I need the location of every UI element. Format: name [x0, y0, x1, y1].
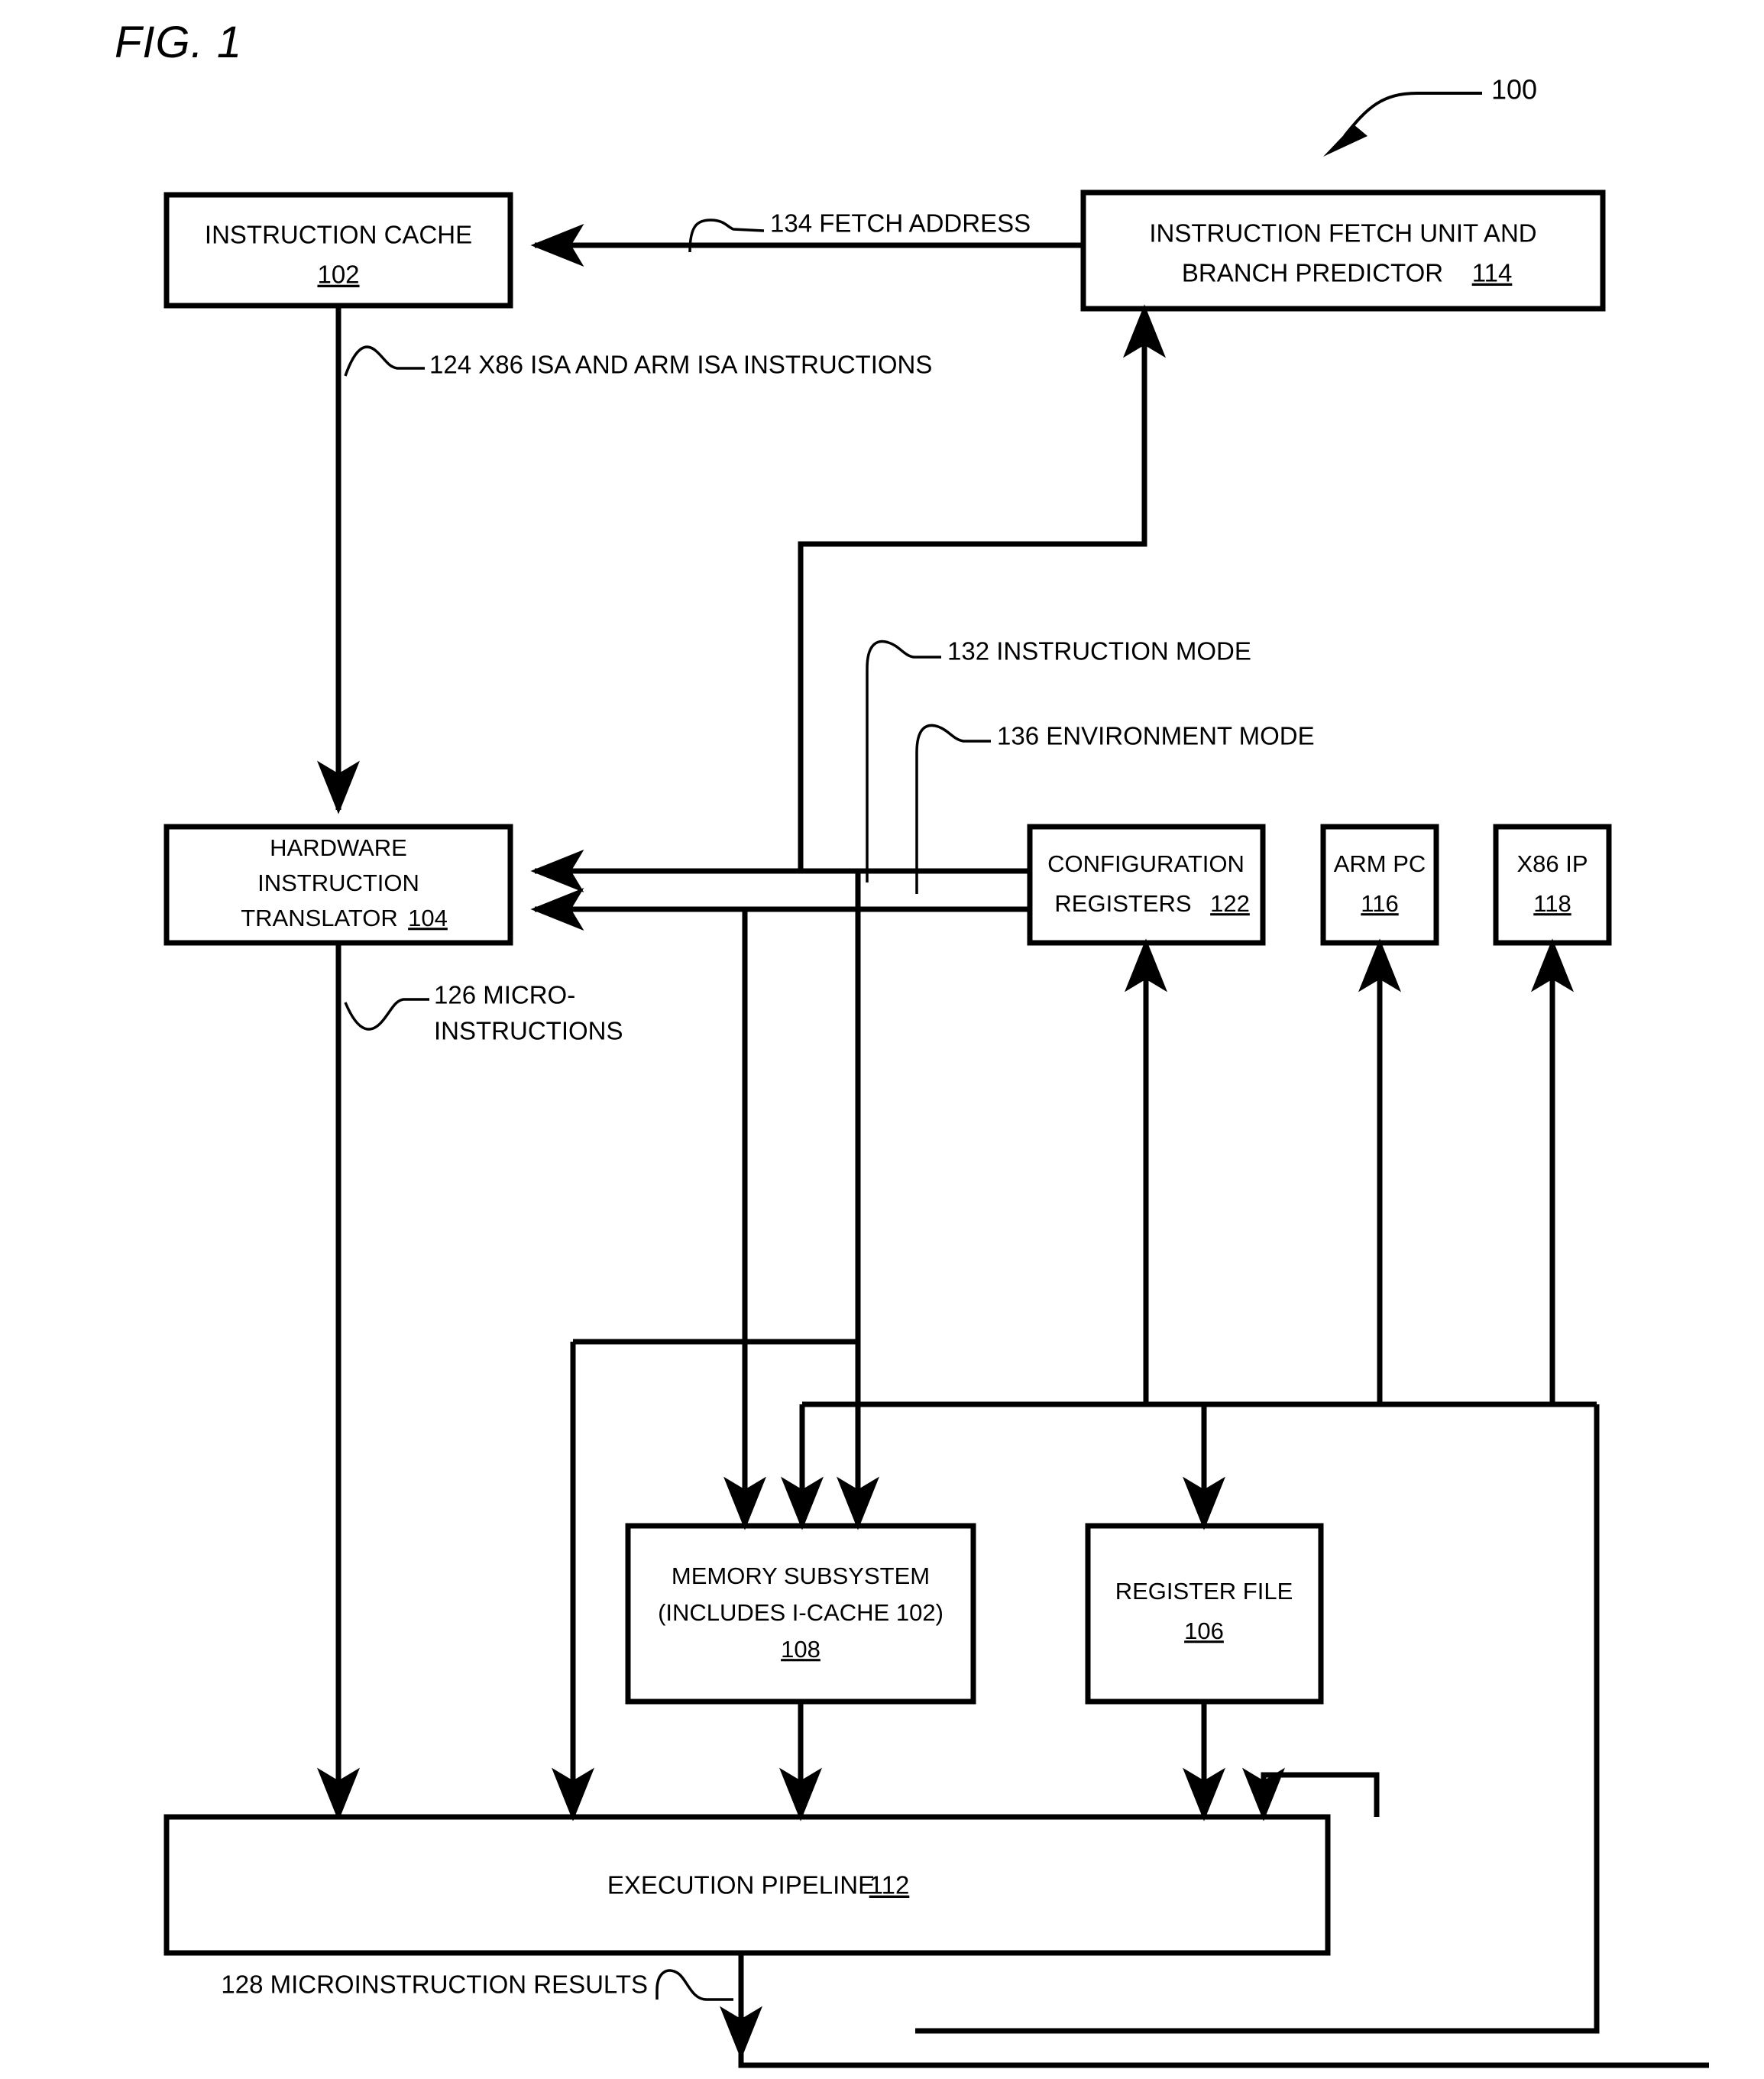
arm-pc-ref: 116 [1361, 890, 1398, 917]
box-memory-subsystem[interactable]: MEMORY SUBSYSTEM (INCLUDES I-CACHE 102) … [625, 1523, 976, 1705]
instruction-cache-label: INSTRUCTION CACHE [205, 221, 472, 249]
instruction-cache-ref: 102 [317, 261, 359, 289]
label-microinstructions-line2: INSTRUCTIONS [434, 1017, 623, 1045]
x86-ip-ref: 118 [1533, 890, 1571, 917]
label-isa-instructions: 124 X86 ISA AND ARM ISA INSTRUCTIONS [429, 351, 932, 379]
leader-microinstructions [344, 998, 429, 1031]
figure-title: FIG. 1 [115, 18, 242, 67]
box-register-file[interactable]: REGISTER FILE 106 [1085, 1523, 1324, 1705]
register-file-label: REGISTER FILE [1115, 1578, 1293, 1605]
label-instruction-mode: 132 INSTRUCTION MODE [947, 637, 1251, 665]
box-x86-ip[interactable]: X86 IP 118 [1493, 824, 1612, 946]
box-configuration-registers[interactable]: CONFIGURATION REGISTERS 122 [1027, 824, 1266, 946]
box-arm-pc[interactable]: ARM PC 116 [1320, 824, 1439, 946]
instruction-fetch-unit-label-line1: INSTRUCTION FETCH UNIT AND [1149, 219, 1536, 248]
patent-figure-1: FIG. 1 100 INSTRUCTION CACHE 102 INSTRUC… [0, 0, 1764, 2079]
label-microinstructions-line1: 126 MICRO- [434, 981, 575, 1009]
box-instruction-cache[interactable]: INSTRUCTION CACHE 102 [163, 192, 513, 309]
memory-subsystem-label-line1: MEMORY SUBSYSTEM [672, 1562, 930, 1589]
box-execution-pipeline[interactable]: EXECUTION PIPELINE 112 [163, 1814, 1331, 1956]
configuration-registers-label-line1: CONFIGURATION [1047, 850, 1245, 877]
execution-pipeline-ref: 112 [869, 1871, 910, 1899]
leader-microinstruction-results [655, 1969, 733, 2001]
x86-ip-label: X86 IP [1516, 850, 1588, 877]
arm-pc-label: ARM PC [1334, 850, 1426, 877]
execution-pipeline-label: EXECUTION PIPELINE [607, 1871, 875, 1899]
translator-label-line3: TRANSLATOR [241, 905, 398, 931]
configuration-registers-ref: 122 [1210, 890, 1250, 917]
box-hardware-instruction-translator[interactable]: HARDWARE INSTRUCTION TRANSLATOR 104 [163, 824, 513, 946]
leader-isa-instructions [344, 345, 425, 377]
label-fetch-address: 134 FETCH ADDRESS [770, 209, 1031, 238]
block-diagram-canvas: FIG. 1 100 INSTRUCTION CACHE 102 INSTRUC… [115, 18, 1709, 2068]
memory-subsystem-label-line2: (INCLUDES I-CACHE 102) [658, 1599, 943, 1626]
wire-microinstruction-results [738, 1953, 1709, 2068]
memory-subsystem-ref: 108 [781, 1636, 821, 1663]
configuration-registers-label-line2: REGISTERS [1054, 890, 1191, 917]
register-file-ref: 106 [1184, 1618, 1224, 1644]
box-instruction-fetch-unit[interactable]: INSTRUCTION FETCH UNIT AND BRANCH PREDIC… [1080, 189, 1606, 312]
translator-label-line2: INSTRUCTION [257, 869, 419, 896]
translator-ref: 104 [408, 905, 448, 931]
leader-instruction-mode [866, 640, 941, 882]
translator-label-line1: HARDWARE [270, 834, 407, 861]
wire-pipeline-return-loop [1242, 1767, 1380, 1822]
wire-instruction-mode-to-fetch-unit [798, 304, 1166, 874]
label-microinstruction-results: 128 MICROINSTRUCTION RESULTS [221, 1971, 648, 1999]
system-ref-number: 100 [1491, 74, 1537, 105]
instruction-fetch-unit-label-line2: BRANCH PREDICTOR [1182, 259, 1443, 287]
instruction-fetch-unit-ref: 114 [1472, 259, 1513, 287]
system-ref-leader [1323, 92, 1482, 157]
label-environment-mode: 136 ENVIRONMENT MODE [997, 722, 1315, 750]
